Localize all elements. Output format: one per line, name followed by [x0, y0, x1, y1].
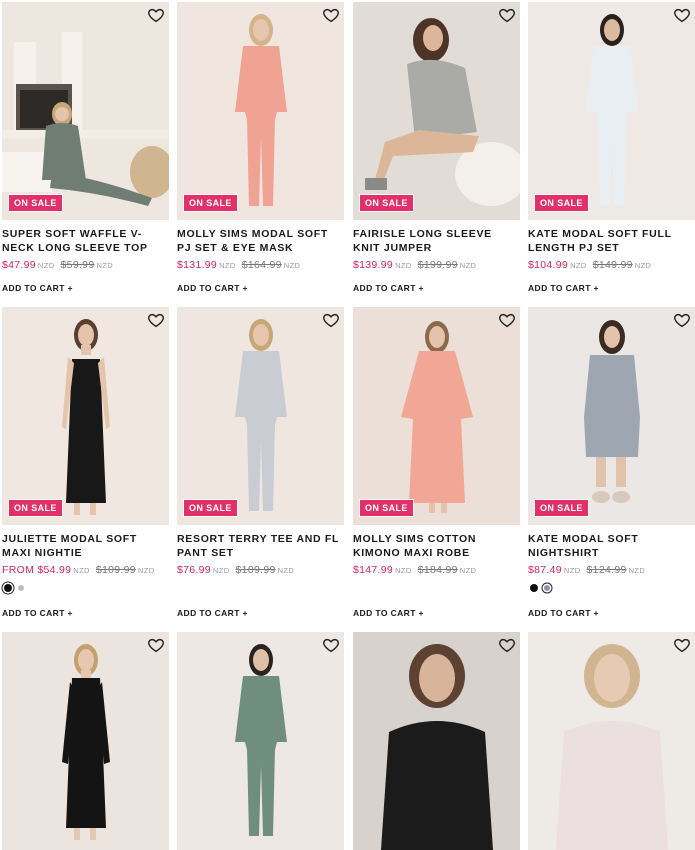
heart-icon[interactable]: [498, 6, 516, 24]
on-sale-badge: ON SALE: [359, 499, 414, 517]
add-to-cart-button[interactable]: ADD TO CART +: [353, 283, 424, 293]
product-title[interactable]: FAIRISLE LONG SLEEVE KNIT JUMPER: [353, 228, 520, 255]
product-title[interactable]: MOLLY SIMS COTTON KIMONO MAXI ROBE: [353, 533, 520, 560]
product-title[interactable]: JULIETTE MODAL SOFT MAXI NIGHTIE: [2, 533, 169, 560]
heart-icon[interactable]: [322, 636, 340, 654]
heart-icon[interactable]: [322, 311, 340, 329]
original-currency: NZD: [634, 261, 652, 270]
sale-price: $104.99: [528, 259, 569, 271]
sale-price: $131.99: [177, 259, 218, 271]
original-price: $199.99: [417, 259, 458, 271]
sale-price: $76.99: [177, 564, 211, 576]
sale-currency: NZD: [212, 566, 230, 575]
product-image[interactable]: ON SALE: [177, 307, 344, 525]
add-to-cart-button[interactable]: ADD TO CART +: [177, 283, 248, 293]
product-price: $147.99 NZD $184.99 NZD: [353, 564, 476, 576]
original-currency: NZD: [459, 261, 477, 270]
sale-currency: NZD: [563, 566, 581, 575]
product-title[interactable]: KATE MODAL SOFT NIGHTSHIRT: [528, 533, 695, 560]
add-to-cart-button[interactable]: ADD TO CART +: [353, 608, 424, 618]
original-price: $184.99: [417, 564, 458, 576]
product-image[interactable]: ON SALE: [353, 307, 520, 525]
on-sale-badge: ON SALE: [183, 499, 238, 517]
sale-currency: NZD: [395, 261, 412, 270]
color-swatch[interactable]: [544, 585, 550, 591]
color-swatch[interactable]: [18, 585, 24, 591]
heart-icon[interactable]: [673, 6, 691, 24]
product-image[interactable]: [528, 632, 695, 850]
product-image[interactable]: ON SALE: [528, 307, 695, 525]
product-price: $47.99 NZD $59.99 NZD: [2, 259, 113, 271]
add-to-cart-button[interactable]: ADD TO CART +: [528, 608, 599, 618]
product-price: $104.99 NZD $149.99 NZD: [528, 259, 651, 271]
on-sale-badge: ON SALE: [8, 194, 63, 212]
color-swatches: [4, 584, 24, 592]
original-price: $109.99: [235, 564, 276, 576]
heart-icon[interactable]: [147, 636, 165, 654]
product-image[interactable]: ON SALE: [528, 2, 695, 220]
original-price: $109.99: [95, 564, 136, 576]
sale-currency: NZD: [73, 566, 90, 575]
product-price: $131.99 NZD $164.99 NZD: [177, 259, 300, 271]
product-title[interactable]: KATE MODAL SOFT FULL LENGTH PJ SET: [528, 228, 695, 255]
sale-price: $87.49: [528, 564, 562, 576]
original-currency: NZD: [96, 261, 114, 270]
original-currency: NZD: [628, 566, 646, 575]
product-image[interactable]: ON SALE: [2, 307, 169, 525]
product-price: $139.99 NZD $199.99 NZD: [353, 259, 476, 271]
product-image[interactable]: ON SALE: [177, 2, 344, 220]
heart-icon[interactable]: [147, 6, 165, 24]
sale-price: $47.99: [2, 259, 36, 271]
original-currency: NZD: [283, 261, 301, 270]
heart-icon[interactable]: [673, 311, 691, 329]
sale-currency: NZD: [219, 261, 236, 270]
add-to-cart-button[interactable]: ADD TO CART +: [177, 608, 248, 618]
heart-icon[interactable]: [673, 636, 691, 654]
sale-currency: NZD: [395, 566, 412, 575]
original-currency: NZD: [137, 566, 155, 575]
heart-icon[interactable]: [498, 636, 516, 654]
product-price: FROM $54.99 NZD $109.99 NZD: [2, 564, 155, 576]
product-image[interactable]: [353, 632, 520, 850]
product-title[interactable]: SUPER SOFT WAFFLE V-NECK LONG SLEEVE TOP: [2, 228, 169, 255]
sale-price: $139.99: [353, 259, 394, 271]
original-currency: NZD: [277, 566, 295, 575]
original-price: $149.99: [592, 259, 633, 271]
sale-price: $147.99: [353, 564, 394, 576]
product-image[interactable]: [177, 632, 344, 850]
on-sale-badge: ON SALE: [183, 194, 238, 212]
heart-icon[interactable]: [147, 311, 165, 329]
original-price: $164.99: [241, 259, 282, 271]
sale-price: FROM $54.99: [2, 564, 72, 576]
on-sale-badge: ON SALE: [8, 499, 63, 517]
product-price: $76.99 NZD $109.99 NZD: [177, 564, 294, 576]
add-to-cart-button[interactable]: ADD TO CART +: [2, 608, 73, 618]
original-price: $59.99: [60, 259, 95, 271]
color-swatch[interactable]: [4, 584, 12, 592]
product-image[interactable]: ON SALE: [353, 2, 520, 220]
color-swatch[interactable]: [530, 584, 538, 592]
heart-icon[interactable]: [498, 311, 516, 329]
on-sale-badge: ON SALE: [359, 194, 414, 212]
on-sale-badge: ON SALE: [534, 499, 589, 517]
heart-icon[interactable]: [322, 6, 340, 24]
original-price: $124.99: [586, 564, 627, 576]
on-sale-badge: ON SALE: [534, 194, 589, 212]
product-title[interactable]: RESORT TERRY TEE AND FL PANT SET: [177, 533, 344, 560]
add-to-cart-button[interactable]: ADD TO CART +: [2, 283, 73, 293]
product-image[interactable]: ON SALE: [2, 2, 169, 220]
color-swatches: [530, 584, 550, 592]
original-currency: NZD: [459, 566, 477, 575]
product-title[interactable]: MOLLY SIMS MODAL SOFT PJ SET & EYE MASK: [177, 228, 344, 255]
product-image[interactable]: [2, 632, 169, 850]
sale-currency: NZD: [570, 261, 587, 270]
product-price: $87.49 NZD $124.99 NZD: [528, 564, 645, 576]
add-to-cart-button[interactable]: ADD TO CART +: [528, 283, 599, 293]
sale-currency: NZD: [37, 261, 55, 270]
